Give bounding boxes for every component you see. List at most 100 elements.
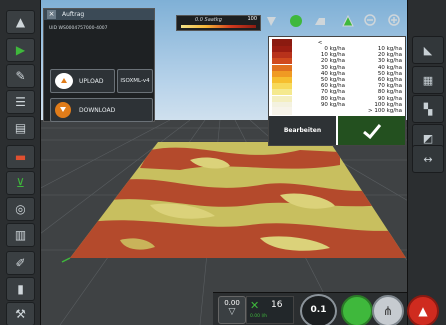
confirm-button[interactable] <box>338 116 405 145</box>
book-button[interactable]: ▮ <box>6 277 35 301</box>
rate-legend: < 0 kg/ha 10 kg/ha 10 kg/ha 20 kg/ha 20 kg/h… <box>268 36 406 146</box>
panel-title: Auftrag <box>44 9 154 20</box>
rate-label: 0.0 Saatkg <box>195 17 222 23</box>
document-icon: ▤ <box>14 121 27 135</box>
rate-max: 100 <box>247 16 257 22</box>
map-icon: ▦ <box>422 73 434 87</box>
play-button[interactable]: ▶ <box>6 38 35 62</box>
nozzle-button[interactable]: ⋔ <box>372 295 404 325</box>
zoom-out-icon[interactable] <box>364 14 378 28</box>
boom-button[interactable]: ▬ <box>6 145 35 169</box>
legend-from: 40 kg/ha <box>320 70 345 77</box>
legend-row: 40 kg/ha 50 kg/ha <box>272 70 402 77</box>
book-icon: ▮ <box>17 282 24 296</box>
gauge-value: 0.1 <box>310 305 327 315</box>
legend-row: 10 kg/ha 20 kg/ha <box>272 52 402 59</box>
start-button[interactable] <box>341 295 373 325</box>
legend-swatch <box>272 70 292 77</box>
legend-row: 30 kg/ha 40 kg/ha <box>272 64 402 71</box>
legend-swatch <box>272 95 292 102</box>
legend-swatch <box>272 77 292 83</box>
flow-value: 0.00 l/h <box>250 314 268 319</box>
legend-row: 0 kg/ha 10 kg/ha <box>272 46 402 52</box>
measure-icon: ✎ <box>15 69 26 83</box>
legend-swatch <box>272 58 292 65</box>
legend-row: 70 kg/ha 80 kg/ha <box>272 89 402 96</box>
section-counter: ✕ 16 0.00 l/h <box>246 296 294 324</box>
legend-row: 50 kg/ha 60 kg/ha <box>272 77 402 83</box>
rate-gradient <box>181 25 256 28</box>
legend-footer-row: > 100 kg/ha <box>272 107 402 115</box>
sections-icon: ✕ <box>250 299 260 312</box>
triangle-view-icon[interactable] <box>264 14 278 28</box>
legend-to: 30 kg/ha <box>377 58 402 65</box>
download-icon <box>55 102 71 118</box>
wrench-button[interactable]: ⚒ <box>6 302 35 325</box>
rate-button[interactable]: ⊻ <box>6 171 35 195</box>
legend-swatch <box>272 107 292 115</box>
legend-from: 10 kg/ha <box>320 52 345 59</box>
home-icon: ▲ <box>15 15 26 29</box>
tractor-view-icon[interactable] <box>313 14 327 28</box>
farm-display: ▲ ▶ ✎ ☰ ▤ ▬ ⊻ ◎ ▥ ✐ ▮ ⚒ 0.0 Saatkg 100 ◣… <box>0 0 446 325</box>
section-count: 16 <box>271 300 283 310</box>
stop-button[interactable]: ▲ <box>407 295 439 325</box>
play-icon: ▶ <box>15 43 26 57</box>
isoxml-button[interactable]: ISOXML-v4 <box>117 69 153 93</box>
edit-label: Bearbeiten <box>283 127 322 134</box>
map-button[interactable]: ▦ <box>412 66 444 94</box>
boundary-icon: ◩ <box>422 131 434 145</box>
stop-icon: ▲ <box>418 304 428 318</box>
legend-swatch <box>272 46 292 52</box>
upload-button[interactable]: UPLOAD <box>50 69 115 93</box>
legend-to: 40 kg/ha <box>377 64 402 71</box>
legend-to: 10 kg/ha <box>377 46 402 52</box>
legend-to: 20 kg/ha <box>377 52 402 59</box>
measure-button[interactable]: ✎ <box>6 64 35 88</box>
legend-from: 80 kg/ha <box>320 95 345 102</box>
legend-row: 80 kg/ha 90 kg/ha <box>272 95 402 102</box>
download-button[interactable]: DOWNLOAD <box>50 98 153 122</box>
pen-icon: ✐ <box>15 256 26 270</box>
wrench-icon: ⚒ <box>15 307 26 321</box>
left-toolbar: ▲ ▶ ✎ ☰ ▤ ▬ ⊻ ◎ ▥ ✐ ▮ ⚒ <box>0 0 41 325</box>
legend-from: 20 kg/ha <box>320 58 345 65</box>
legend-row: 60 kg/ha 70 kg/ha <box>272 83 402 90</box>
legend-swatch <box>272 83 292 90</box>
legend-row: 20 kg/ha 30 kg/ha <box>272 58 402 65</box>
status-dot-icon[interactable] <box>289 14 303 28</box>
legend-from: 70 kg/ha <box>320 89 345 96</box>
grid-button[interactable]: ▚ <box>412 95 444 123</box>
legend-swatch <box>272 89 292 96</box>
pan-button[interactable]: ↔ <box>412 145 444 173</box>
legend-from: 0 kg/ha <box>324 46 345 52</box>
legend-to: 90 kg/ha <box>377 95 402 102</box>
vr-button[interactable]: ◎ <box>6 197 35 221</box>
legend-to: 50 kg/ha <box>377 70 402 77</box>
upload-cloud-icon <box>55 73 73 89</box>
pan-icon: ↔ <box>423 152 433 166</box>
task-panel: Auftrag × UID WS0004757000-4007 UPLOAD I… <box>43 8 155 122</box>
legend-to: 60 kg/ha <box>377 77 402 83</box>
legend-from: 30 kg/ha <box>320 64 345 71</box>
download-label: DOWNLOAD <box>79 106 116 114</box>
upload-label: UPLOAD <box>79 77 104 85</box>
legend-to: 80 kg/ha <box>377 89 402 96</box>
north-view-icon[interactable] <box>341 14 355 28</box>
zoom-in-icon[interactable] <box>388 14 402 28</box>
edit-button[interactable]: Bearbeiten <box>269 116 336 145</box>
boom-icon: ▬ <box>14 150 27 164</box>
tractor-marker <box>61 257 71 263</box>
home-button[interactable]: ▲ <box>6 10 35 34</box>
list-button[interactable]: ☰ <box>6 90 35 114</box>
nozzle-icon: ⋔ <box>382 304 394 318</box>
legend-swatch <box>272 52 292 59</box>
speed-button[interactable]: 0.00 ▽ <box>218 296 246 324</box>
pen-button[interactable]: ✐ <box>6 251 35 275</box>
document-button[interactable]: ▤ <box>6 116 35 140</box>
layer-button[interactable]: ◣ <box>412 36 444 64</box>
section-icon: ▥ <box>14 228 27 242</box>
close-icon[interactable]: × <box>47 10 56 19</box>
section-button[interactable]: ▥ <box>6 223 35 247</box>
isoxml-label: ISOXML-v4 <box>120 77 150 84</box>
